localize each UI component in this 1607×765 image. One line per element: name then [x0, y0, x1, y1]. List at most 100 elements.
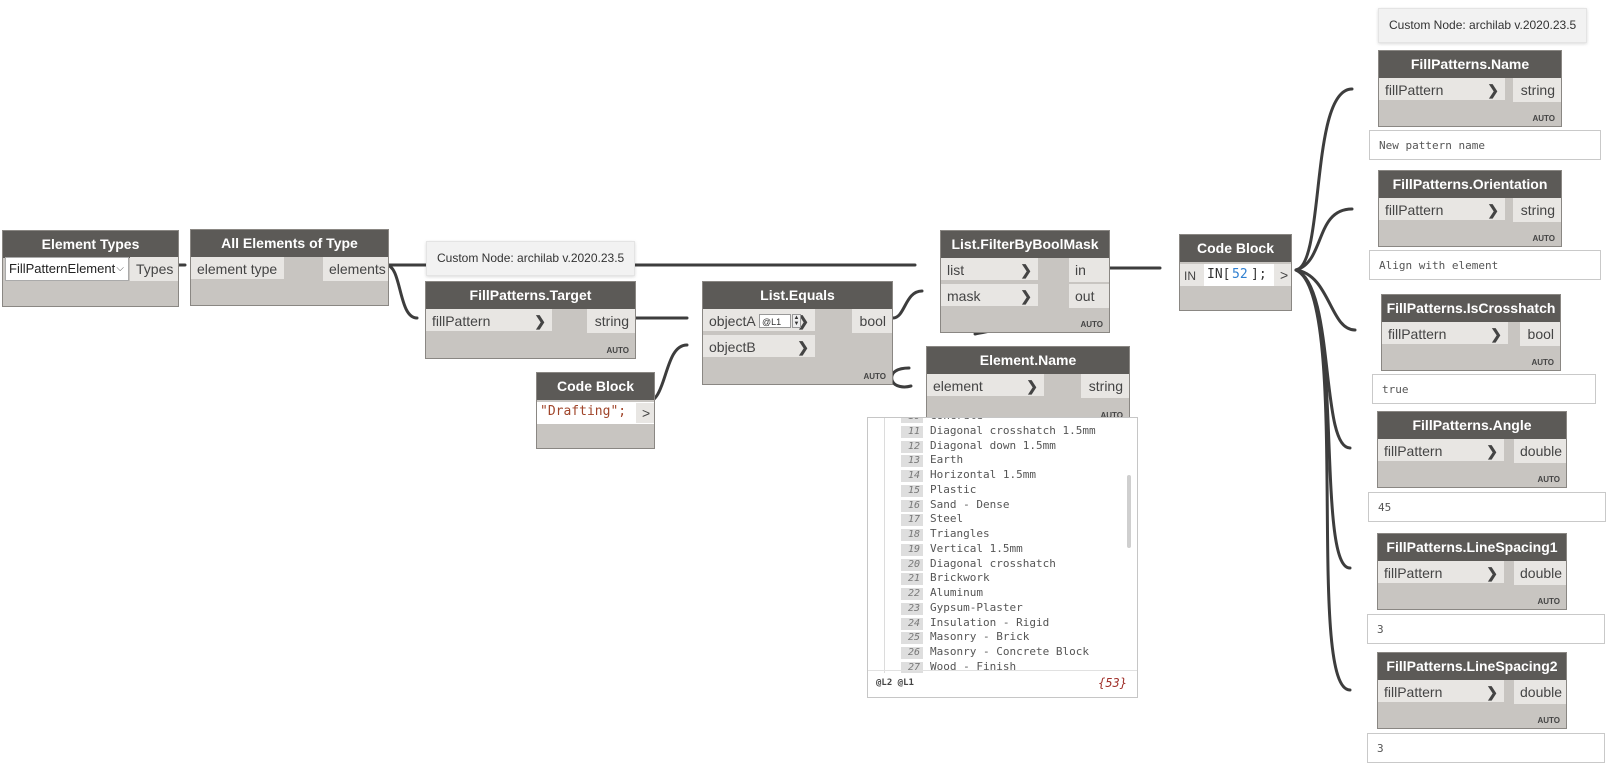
- code-editor[interactable]: IN[ 52 ];: [1204, 264, 1275, 286]
- preview-bubble: 45: [1368, 492, 1606, 522]
- preview-value: 3: [1377, 623, 1384, 636]
- input-port-element[interactable]: element ❯: [927, 374, 1044, 398]
- list-item-value: Plastic: [930, 482, 977, 496]
- tooltip-text: Custom Node: archilab v.2020.23.5: [1389, 18, 1577, 32]
- node-all-elements-of-type[interactable]: All Elements of Type element type elemen…: [190, 229, 389, 306]
- scrollbar[interactable]: [1127, 475, 1131, 548]
- list-item: 26 Masonry - Concrete Block: [868, 645, 1137, 660]
- list-item-value: Horizontal 1.5mm: [930, 468, 1036, 481]
- preview-value: 45: [1378, 501, 1392, 514]
- node-fillpatterns-name[interactable]: FillPatterns.Name fillPattern ❯ string A…: [1378, 50, 1562, 127]
- auto-label: AUTO: [863, 372, 886, 381]
- lacing-input[interactable]: @L1: [759, 314, 791, 328]
- node-element-name[interactable]: Element.Name element ❯ string AUTO: [926, 346, 1130, 424]
- lacing-stepper[interactable]: ▲ ▼: [792, 314, 801, 328]
- output-port-elements[interactable]: elements: [323, 257, 388, 281]
- input-port-fillpattern[interactable]: fillPattern ❯: [1379, 78, 1505, 102]
- node-fillpatterns-linespacing2[interactable]: FillPatterns.LineSpacing2 fillPattern ❯ …: [1377, 652, 1567, 729]
- list-viewport[interactable]: 10 Concrete 11 Diagonal crosshatch 1.5mm 12 D…: [868, 418, 1137, 673]
- code-text[interactable]: "Drafting";: [540, 404, 626, 419]
- auto-label: AUTO: [1532, 234, 1555, 243]
- node-title: All Elements of Type: [191, 230, 388, 257]
- list-item-value: Steel: [930, 512, 964, 526]
- node-element-types[interactable]: Element Types FillPatternElement ⌵ Types: [2, 230, 179, 307]
- list-item-value: Brickwork: [930, 571, 990, 585]
- list-item-index: 21: [901, 573, 923, 586]
- list-item-value: Sand - Dense: [930, 497, 1010, 511]
- node-fillpatterns-orientation[interactable]: FillPatterns.Orientation fillPattern ❯ s…: [1378, 170, 1562, 247]
- preview-value: Align with element: [1379, 259, 1499, 272]
- list-item: 15 Plastic: [868, 483, 1137, 498]
- node-title: Code Block: [537, 373, 654, 400]
- list-item: 16 Sand - Dense: [868, 498, 1137, 513]
- output-port-string[interactable]: string: [1081, 374, 1129, 398]
- preview-bubble: 3: [1367, 614, 1605, 644]
- chevron-right-icon: ❯: [1020, 262, 1032, 278]
- element-type-dropdown[interactable]: FillPatternElement ⌵: [5, 257, 129, 281]
- output-port-out[interactable]: out: [1069, 284, 1109, 308]
- input-port-list[interactable]: list ❯: [941, 258, 1038, 282]
- list-item-value: Earth: [930, 453, 964, 467]
- code-prefix: IN[: [1207, 267, 1231, 282]
- input-port-fillpattern[interactable]: fillPattern ❯: [426, 309, 552, 333]
- node-title: FillPatterns.Angle: [1378, 412, 1566, 439]
- node-title: List.FilterByBoolMask: [941, 231, 1109, 258]
- output-port-double[interactable]: double: [1514, 680, 1566, 704]
- port-label: list: [947, 262, 965, 278]
- input-port-in[interactable]: IN: [1180, 264, 1204, 288]
- list-item-index: 20: [901, 558, 923, 571]
- input-port-fillpattern[interactable]: fillPattern ❯: [1378, 561, 1504, 585]
- output-port-bool[interactable]: bool: [852, 309, 892, 333]
- wire-elements-to-target: [384, 263, 419, 320]
- node-title: FillPatterns.LineSpacing2: [1378, 653, 1566, 680]
- list-item-index: 25: [901, 632, 923, 645]
- node-code-block-index[interactable]: Code Block IN IN[ 52 ]; >: [1179, 234, 1292, 311]
- list-item: 24 Insulation - Rigid: [868, 616, 1137, 631]
- input-port-objectb[interactable]: objectB ❯: [703, 335, 815, 359]
- port-label: string: [1088, 378, 1123, 394]
- wire-bool-to-mask: [891, 289, 924, 320]
- port-label: IN: [1184, 269, 1196, 283]
- output-port[interactable]: >: [636, 403, 654, 423]
- list-preview-panel[interactable]: 10 Concrete 11 Diagonal crosshatch 1.5mm 12 D…: [867, 417, 1138, 698]
- preview-bubble: true: [1372, 374, 1596, 404]
- output-port-types[interactable]: Types: [130, 257, 178, 281]
- list-item: 22 Aluminum: [868, 586, 1137, 601]
- output-port-double[interactable]: double: [1514, 439, 1566, 463]
- node-fillpatterns-iscrosshatch[interactable]: FillPatterns.IsCrosshatch fillPattern ❯ …: [1381, 294, 1561, 371]
- list-item-value: Masonry - Brick: [930, 630, 1030, 644]
- output-port-string[interactable]: string: [1513, 78, 1561, 102]
- auto-label: AUTO: [1532, 114, 1555, 123]
- output-port[interactable]: >: [1274, 264, 1291, 286]
- custom-node-tooltip: Custom Node: archilab v.2020.23.5: [426, 241, 636, 276]
- node-fillpatterns-linespacing1[interactable]: FillPatterns.LineSpacing1 fillPattern ❯ …: [1377, 533, 1567, 610]
- output-port-string[interactable]: string: [587, 309, 635, 333]
- node-fillpatterns-angle[interactable]: FillPatterns.Angle fillPattern ❯ double …: [1377, 411, 1567, 488]
- list-item-index: 15: [901, 484, 923, 497]
- output-port-string[interactable]: string: [1513, 198, 1561, 222]
- node-code-block-drafting[interactable]: Code Block "Drafting"; >: [536, 372, 655, 449]
- output-port-bool[interactable]: bool: [1520, 322, 1560, 346]
- input-port-mask[interactable]: mask ❯: [941, 284, 1038, 308]
- list-item-value: Masonry - Concrete Block: [930, 645, 1089, 658]
- node-list-filterbyboolmask[interactable]: List.FilterByBoolMask list ❯ in mask ❯ o…: [940, 230, 1110, 333]
- wire-cb-to-angle: [1294, 268, 1352, 450]
- list-item: 11 Diagonal crosshatch 1.5mm: [868, 424, 1137, 439]
- chevron-right-icon: ❯: [1490, 326, 1502, 342]
- port-label: string: [1520, 82, 1555, 98]
- node-list-equals[interactable]: List.Equals objectA ❯ @L1 ▲ ▼ bool object…: [702, 281, 893, 385]
- output-port-double[interactable]: double: [1514, 561, 1566, 585]
- input-port-fillpattern[interactable]: fillPattern ❯: [1379, 198, 1505, 222]
- list-item-value: Triangles: [930, 527, 990, 540]
- list-item-value: Diagonal crosshatch: [930, 556, 1056, 570]
- output-port-in[interactable]: in: [1069, 258, 1109, 282]
- port-label: out: [1075, 288, 1095, 304]
- input-port-fillpattern[interactable]: fillPattern ❯: [1378, 680, 1504, 704]
- port-label: elements: [329, 261, 386, 277]
- input-port-fillpattern[interactable]: fillPattern ❯: [1382, 322, 1508, 346]
- auto-label: AUTO: [1537, 716, 1560, 725]
- input-port-fillpattern[interactable]: fillPattern ❯: [1378, 439, 1504, 463]
- port-label: string: [1520, 202, 1555, 218]
- node-fillpatterns-target[interactable]: FillPatterns.Target fillPattern ❯ string…: [425, 281, 636, 359]
- input-port-element-type[interactable]: element type: [191, 257, 284, 281]
